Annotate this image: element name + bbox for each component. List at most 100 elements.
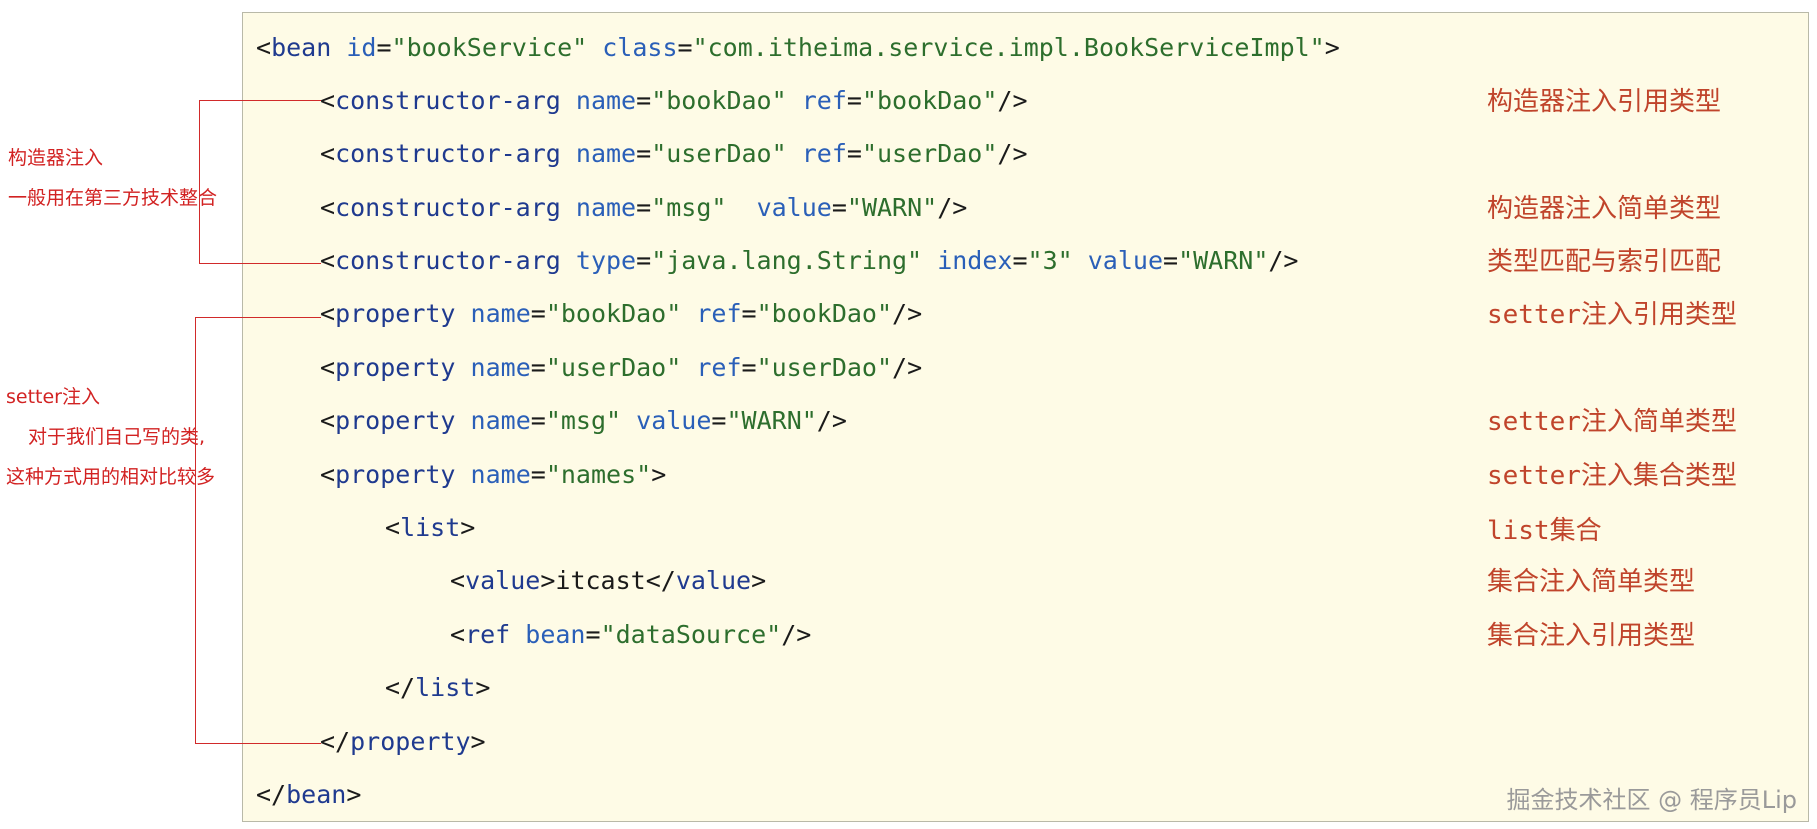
tag-name: property <box>335 353 456 382</box>
attr-name: ref <box>801 139 847 168</box>
code-line-property-bookdao: <property name="bookDao" ref="bookDao"/> <box>320 299 922 329</box>
equals: = <box>677 33 693 62</box>
code-line-property-close: </property> <box>320 727 486 757</box>
attr-name: value <box>636 406 712 435</box>
side-setter-desc-2: 这种方式用的相对比较多 <box>6 466 216 488</box>
bracket-close: > <box>475 673 491 702</box>
bracket-open: </ <box>320 727 351 756</box>
code-line-constructor-arg-type-index: <constructor-arg type="java.lang.String"… <box>320 246 1298 276</box>
equals: = <box>636 193 652 222</box>
attr-value: "userDao" <box>545 353 682 382</box>
bracket-close: > <box>346 780 362 809</box>
attr-name: name <box>575 139 637 168</box>
attr-name: type <box>575 246 637 275</box>
tag-name: constructor-arg <box>335 86 561 115</box>
equals: = <box>846 86 862 115</box>
bracket-close: > <box>470 727 486 756</box>
bracket-open: < <box>320 246 336 275</box>
attr-name: bean <box>525 620 586 649</box>
side-constructor-desc: 一般用在第三方技术整合 <box>8 187 218 209</box>
tag-name: property <box>335 406 456 435</box>
note-en: setter <box>1487 300 1581 330</box>
attr-value: "msg" <box>651 193 727 222</box>
bracket-open: < <box>320 353 336 382</box>
note-collection-ref: 集合注入引用类型 <box>1487 621 1696 651</box>
note-zh: 注入简单类型 <box>1580 407 1737 437</box>
attr-value: "WARN" <box>846 193 938 222</box>
attr-value: "dataSource" <box>600 620 782 649</box>
attr-name: ref <box>696 353 742 382</box>
attr-value: "bookDao" <box>861 86 998 115</box>
attr-value: "names" <box>545 460 652 489</box>
equals: = <box>530 460 546 489</box>
note-setter-simple: setter注入简单类型 <box>1487 407 1737 437</box>
note-type-index-match: 类型匹配与索引匹配 <box>1487 247 1722 277</box>
attr-value: "bookService" <box>391 33 588 62</box>
tag-name: property <box>335 460 456 489</box>
equals: = <box>530 406 546 435</box>
attr-name: ref <box>801 86 847 115</box>
bracket-open: </ <box>645 566 676 595</box>
setter-bracket-bottom <box>195 743 321 744</box>
tag-name: bean <box>286 780 347 809</box>
constructor-bracket-line <box>199 100 200 263</box>
constructor-bracket-bottom <box>199 263 321 264</box>
bracket-open: < <box>256 33 272 62</box>
code-line-list-close: </list> <box>385 673 490 703</box>
equals: = <box>711 406 727 435</box>
equals: = <box>741 353 757 382</box>
attr-value: "msg" <box>545 406 622 435</box>
attr-value: "bookDao" <box>545 299 682 328</box>
attr-value: "java.lang.String" <box>651 246 923 275</box>
equals: = <box>636 139 652 168</box>
tag-name: property <box>350 727 471 756</box>
code-line-ref-datasource: <ref bean="dataSource"/> <box>450 620 811 650</box>
bracket-close: > <box>540 566 556 595</box>
value-text: itcast <box>555 566 646 595</box>
tag-name: property <box>335 299 456 328</box>
code-line-property-userdao: <property name="userDao" ref="userDao"/> <box>320 353 922 383</box>
bracket-open: < <box>320 299 336 328</box>
note-en: setter <box>1487 461 1581 491</box>
attr-name: name <box>575 193 637 222</box>
tag-name: ref <box>465 620 511 649</box>
bracket-open: < <box>320 139 336 168</box>
attr-value: "bookDao" <box>651 86 787 115</box>
attr-name: name <box>575 86 637 115</box>
bracket-open: < <box>320 86 336 115</box>
attr-name: name <box>470 353 531 382</box>
equals: = <box>846 139 862 168</box>
note-list-collection: list集合 <box>1487 516 1602 546</box>
code-line-list-open: <list> <box>385 513 475 543</box>
code-line-bean-close: </bean> <box>256 780 361 810</box>
attr-name: value <box>756 193 832 222</box>
attr-name: id <box>346 33 377 62</box>
tag-name: constructor-arg <box>335 139 561 168</box>
equals: = <box>530 299 546 328</box>
equals: = <box>636 86 652 115</box>
bracket-close: /> <box>1268 246 1299 275</box>
tag-name: value <box>675 566 752 595</box>
tag-name: value <box>465 566 541 595</box>
note-zh: 集合 <box>1549 516 1602 546</box>
bracket-close: /> <box>816 406 847 435</box>
setter-bracket-top <box>195 317 321 318</box>
attr-value: "3" <box>1027 246 1073 275</box>
tag-name: constructor-arg <box>335 193 561 222</box>
note-constructor-ref: 构造器注入引用类型 <box>1487 87 1722 117</box>
attr-value: "bookDao" <box>756 299 893 328</box>
bracket-close: > <box>751 566 767 595</box>
note-zh: 注入引用类型 <box>1580 300 1737 330</box>
bracket-close: /> <box>781 620 812 649</box>
setter-bracket-line <box>195 317 196 743</box>
bracket-open: < <box>385 513 401 542</box>
bracket-open: < <box>320 406 336 435</box>
bracket-close: > <box>1324 33 1340 62</box>
bracket-close: > <box>651 460 667 489</box>
attr-value: "WARN" <box>726 406 817 435</box>
attr-name: name <box>470 460 531 489</box>
note-constructor-simple: 构造器注入简单类型 <box>1487 194 1722 224</box>
bracket-open: < <box>450 566 466 595</box>
note-collection-simple: 集合注入简单类型 <box>1487 567 1696 597</box>
code-line-constructor-arg-bookdao: <constructor-arg name="bookDao" ref="boo… <box>320 86 1028 116</box>
